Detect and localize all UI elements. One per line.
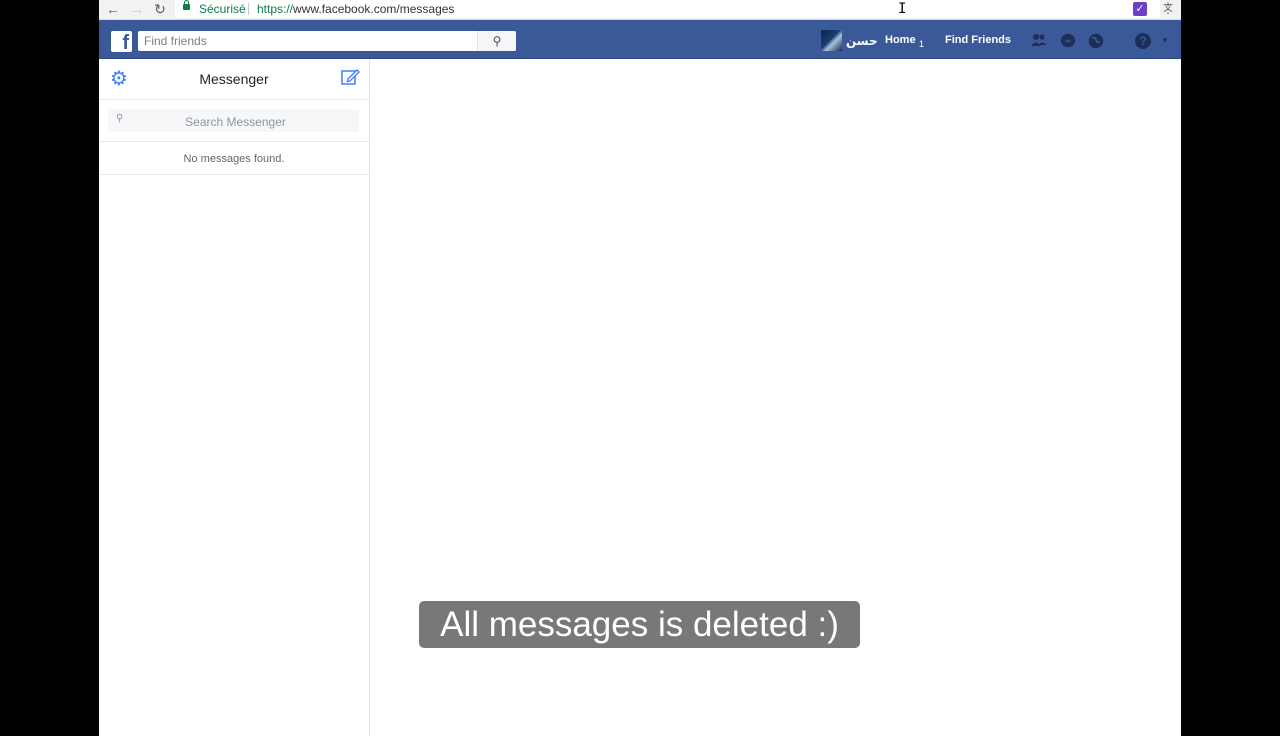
reload-icon[interactable]: ↻ — [152, 1, 168, 17]
search-icon: ⚲ — [492, 34, 502, 48]
friend-requests-icon[interactable] — [1031, 33, 1047, 49]
address-bar[interactable]: Sécurisé https://www.facebook.com/messag… — [175, 0, 1173, 18]
url-text[interactable]: https://www.facebook.com/messages — [257, 2, 454, 16]
messages-icon[interactable] — [1060, 33, 1076, 49]
divider — [99, 99, 369, 100]
globe-notifications-icon[interactable] — [1088, 33, 1104, 49]
facebook-top-bar: f ⚲ حسن Home 1 Find Friends ? ▼ — [99, 20, 1181, 59]
url-scheme: https:// — [257, 2, 294, 16]
avatar — [821, 30, 842, 51]
back-icon[interactable]: ← — [105, 1, 121, 17]
messenger-title: Messenger — [199, 71, 269, 87]
menu-icon[interactable]: ⋮ — [1161, 2, 1175, 16]
facebook-logo-icon[interactable]: f — [111, 31, 132, 52]
lock-icon — [183, 0, 190, 10]
home-link[interactable]: Home — [885, 34, 916, 46]
messenger-search: ⚲ — [108, 109, 363, 134]
messenger-sidebar: ⚙ Messenger ⚲ No messages found. — [99, 59, 370, 736]
find-friends-link[interactable]: Find Friends — [945, 34, 1011, 46]
chevron-down-icon[interactable]: ▼ — [1157, 33, 1173, 49]
facebook-search: ⚲ — [138, 31, 516, 51]
search-button[interactable]: ⚲ — [477, 31, 516, 51]
empty-state-text: No messages found. — [183, 153, 285, 165]
video-caption: All messages is deleted :) — [419, 601, 860, 648]
url-path: www.facebook.com/messages — [293, 2, 455, 16]
divider — [99, 141, 369, 142]
home-notification-count: 1 — [919, 39, 925, 49]
search-messenger-input[interactable] — [108, 109, 363, 134]
text-cursor-icon: I — [898, 1, 907, 17]
security-label: Sécurisé — [199, 2, 246, 16]
compose-icon[interactable] — [339, 67, 361, 89]
divider — [99, 174, 369, 175]
address-divider — [248, 3, 249, 15]
browser-toolbar: ← → ↻ Sécurisé https://www.facebook.com/… — [99, 0, 1181, 20]
extension-icon[interactable]: ✓ — [1133, 2, 1147, 16]
find-friends-input[interactable] — [138, 31, 478, 51]
profile-name: حسن — [846, 34, 878, 48]
forward-icon[interactable]: → — [129, 1, 145, 17]
help-icon[interactable]: ? — [1135, 33, 1151, 49]
